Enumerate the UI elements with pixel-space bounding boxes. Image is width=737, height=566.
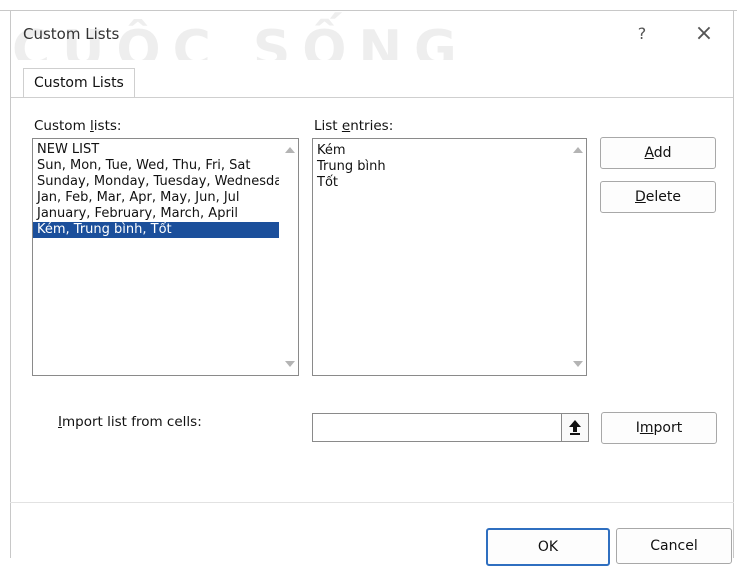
delete-button[interactable]: Delete — [600, 181, 716, 213]
add-button-accel: A — [644, 145, 654, 161]
close-icon: × — [694, 21, 714, 46]
list-entries-label-post: ntries: — [350, 118, 394, 134]
close-button[interactable]: × — [689, 21, 719, 47]
add-button[interactable]: Add — [600, 137, 716, 169]
list-entries-label-accel: e — [341, 118, 351, 134]
dialog-titlebar: Custom Lists ? × — [11, 11, 733, 59]
entry-line: Tốt — [317, 175, 338, 190]
custom-lists-label-post: ists: — [93, 118, 122, 134]
entry-line: Kém — [317, 143, 346, 158]
import-button-accel: m — [639, 420, 654, 436]
list-entries-scrollbar[interactable] — [569, 139, 586, 375]
list-item[interactable]: Jan, Feb, Mar, Apr, May, Jun, Jul — [33, 190, 279, 206]
delete-button-accel: D — [635, 189, 646, 205]
list-entries-textbox[interactable]: Kém Trung bình Tốt — [312, 138, 587, 376]
delete-button-label: elete — [645, 189, 681, 205]
collapse-dialog-button[interactable] — [561, 414, 588, 441]
list-item[interactable]: NEW LIST — [33, 142, 279, 158]
help-button[interactable]: ? — [629, 21, 655, 47]
window-border-right — [733, 10, 734, 558]
import-list-label: Import list from cells: — [58, 414, 202, 430]
tab-strip: Custom Lists — [11, 60, 733, 98]
ok-button[interactable]: OK — [486, 528, 610, 566]
list-entries-label: List entries: — [314, 118, 393, 134]
scroll-up-arrow-icon[interactable] — [573, 147, 583, 153]
import-button-post: port — [653, 420, 683, 436]
tab-custom-lists[interactable]: Custom Lists — [23, 68, 135, 97]
import-button[interactable]: Import — [601, 412, 717, 444]
import-list-label-rest: mport list from cells: — [61, 414, 202, 430]
help-icon: ? — [637, 24, 647, 43]
add-button-label: dd — [653, 145, 672, 161]
collapse-arrow-icon — [569, 420, 581, 435]
footer-divider — [10, 502, 734, 503]
scroll-up-arrow-icon[interactable] — [285, 147, 295, 153]
custom-lists-scrollbar[interactable] — [281, 139, 298, 375]
import-range-input[interactable] — [312, 413, 589, 442]
tab-divider — [11, 97, 733, 98]
dialog-title: Custom Lists — [23, 25, 120, 43]
cancel-button[interactable]: Cancel — [616, 528, 732, 564]
list-item[interactable]: January, February, March, April — [33, 206, 279, 222]
custom-lists-listbox[interactable]: NEW LIST Sun, Mon, Tue, Wed, Thu, Fri, S… — [32, 138, 299, 376]
list-entries-items: Kém Trung bình Tốt — [313, 139, 586, 191]
custom-lists-items: NEW LIST Sun, Mon, Tue, Wed, Thu, Fri, S… — [33, 139, 279, 238]
scroll-down-arrow-icon[interactable] — [573, 361, 583, 367]
list-item[interactable]: Sunday, Monday, Tuesday, Wednesday — [33, 174, 279, 190]
scroll-down-arrow-icon[interactable] — [285, 361, 295, 367]
entry-line: Trung bình — [317, 159, 386, 174]
list-entries-label-pre: List — [314, 118, 342, 134]
list-item[interactable]: Sun, Mon, Tue, Wed, Thu, Fri, Sat — [33, 158, 279, 174]
custom-lists-label-pre: Custom — [34, 118, 91, 134]
custom-lists-label: Custom lists: — [34, 118, 121, 134]
list-item-selected[interactable]: Kém, Trung bình, Tốt — [33, 222, 279, 238]
